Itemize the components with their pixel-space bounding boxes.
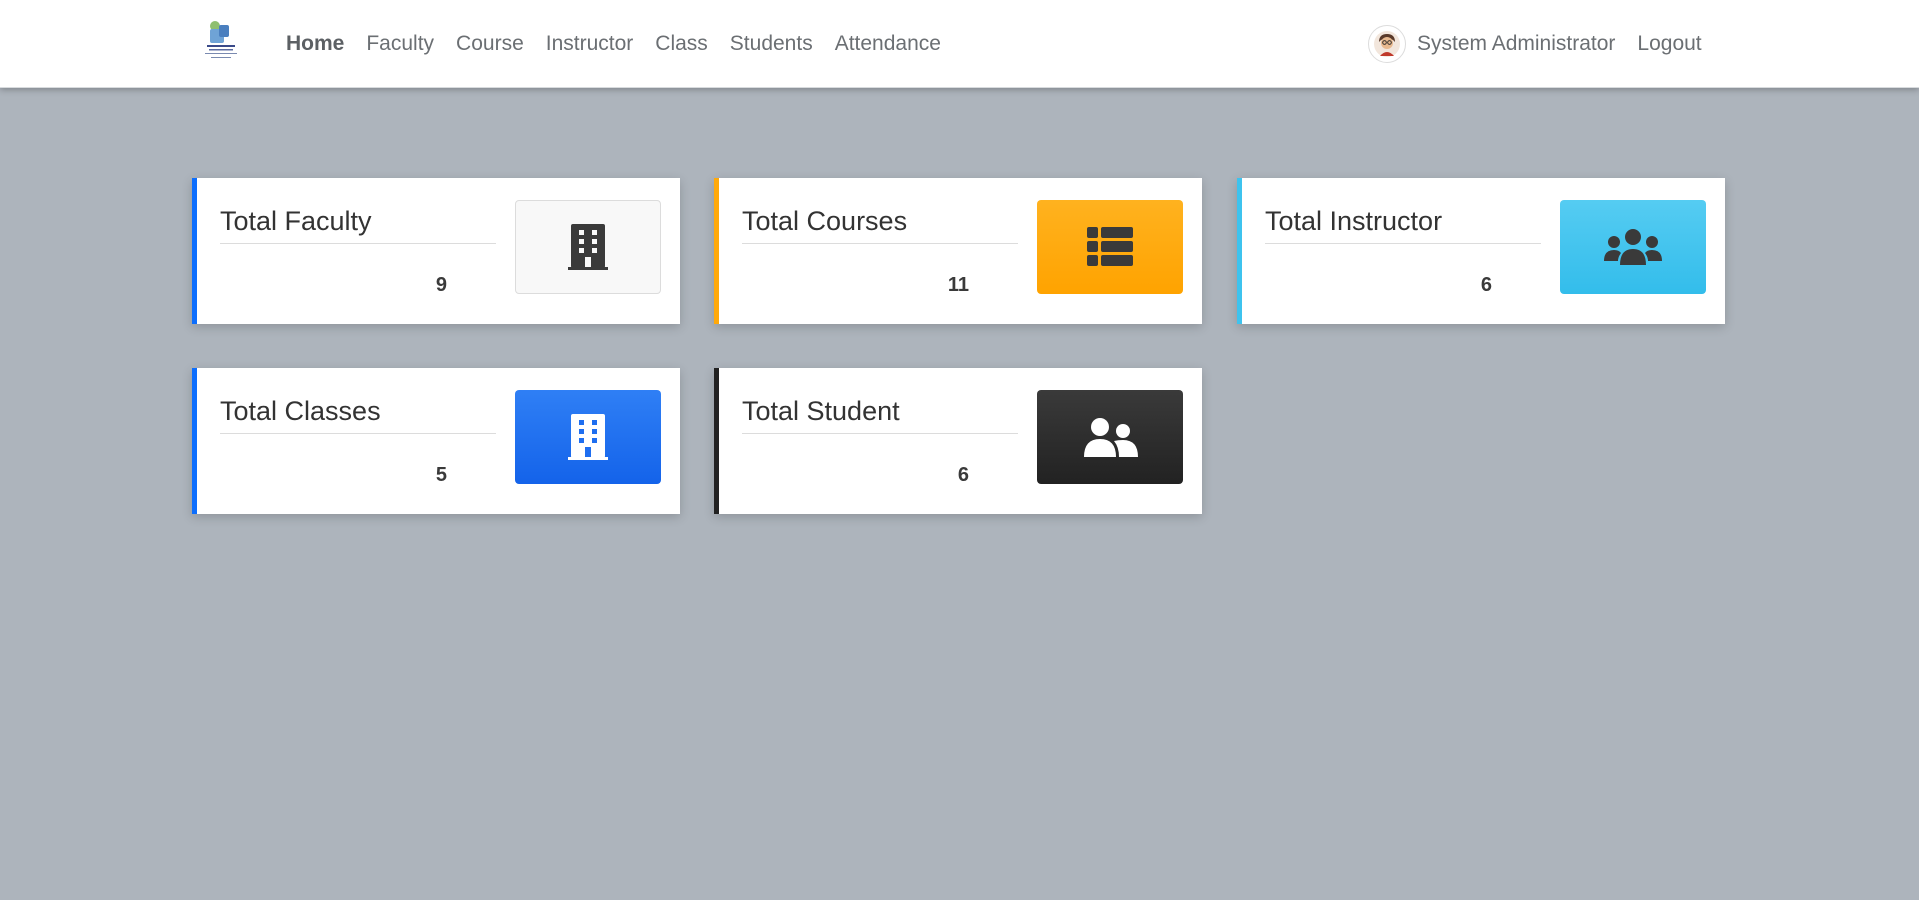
- logo-image: [205, 21, 237, 58]
- stat-card-instructor[interactable]: Total Instructor 6: [1237, 178, 1725, 324]
- nav-attendance[interactable]: Attendance: [835, 32, 941, 56]
- card-title: Total Instructor: [1265, 206, 1541, 244]
- users-icon: [1604, 229, 1662, 265]
- user-friends-icon: [1084, 418, 1138, 457]
- nav-class[interactable]: Class: [655, 32, 708, 56]
- card-title: Total Courses: [742, 206, 1018, 244]
- nav-instructor[interactable]: Instructor: [546, 32, 634, 56]
- stat-card-students[interactable]: Total Student 6: [714, 368, 1202, 514]
- app-logo[interactable]: [201, 17, 241, 65]
- building-icon: [568, 414, 608, 460]
- nav-faculty[interactable]: Faculty: [366, 32, 434, 56]
- card-count: 6: [1480, 274, 1492, 296]
- stat-card-faculty[interactable]: Total Faculty 9: [192, 178, 680, 324]
- card-icon-box: [1037, 200, 1183, 294]
- card-count: 11: [947, 274, 969, 296]
- card-icon-box: [1560, 200, 1706, 294]
- card-title: Total Classes: [220, 396, 496, 434]
- card-count: 5: [435, 464, 447, 486]
- top-navbar: Home Faculty Course Instructor Class Stu…: [0, 0, 1919, 88]
- card-count: 6: [957, 464, 969, 486]
- nav-course[interactable]: Course: [456, 32, 524, 56]
- list-icon: [1087, 227, 1133, 266]
- card-icon-box: [515, 390, 661, 484]
- avatar[interactable]: [1368, 24, 1406, 63]
- user-menu: System Administrator Logout: [1368, 0, 1702, 87]
- nav-home[interactable]: Home: [286, 32, 344, 56]
- card-icon-box: [515, 200, 661, 294]
- nav-students[interactable]: Students: [730, 32, 813, 56]
- user-name[interactable]: System Administrator: [1417, 32, 1615, 56]
- building-icon: [568, 224, 608, 270]
- card-title: Total Faculty: [220, 206, 496, 244]
- card-title: Total Student: [742, 396, 1018, 434]
- user-avatar-icon: [1374, 30, 1400, 57]
- main-nav: Home Faculty Course Instructor Class Stu…: [286, 0, 963, 87]
- stat-card-classes[interactable]: Total Classes 5: [192, 368, 680, 514]
- card-icon-box: [1037, 390, 1183, 484]
- card-count: 9: [435, 274, 447, 296]
- stat-card-courses[interactable]: Total Courses 11: [714, 178, 1202, 324]
- logout-link[interactable]: Logout: [1637, 32, 1701, 56]
